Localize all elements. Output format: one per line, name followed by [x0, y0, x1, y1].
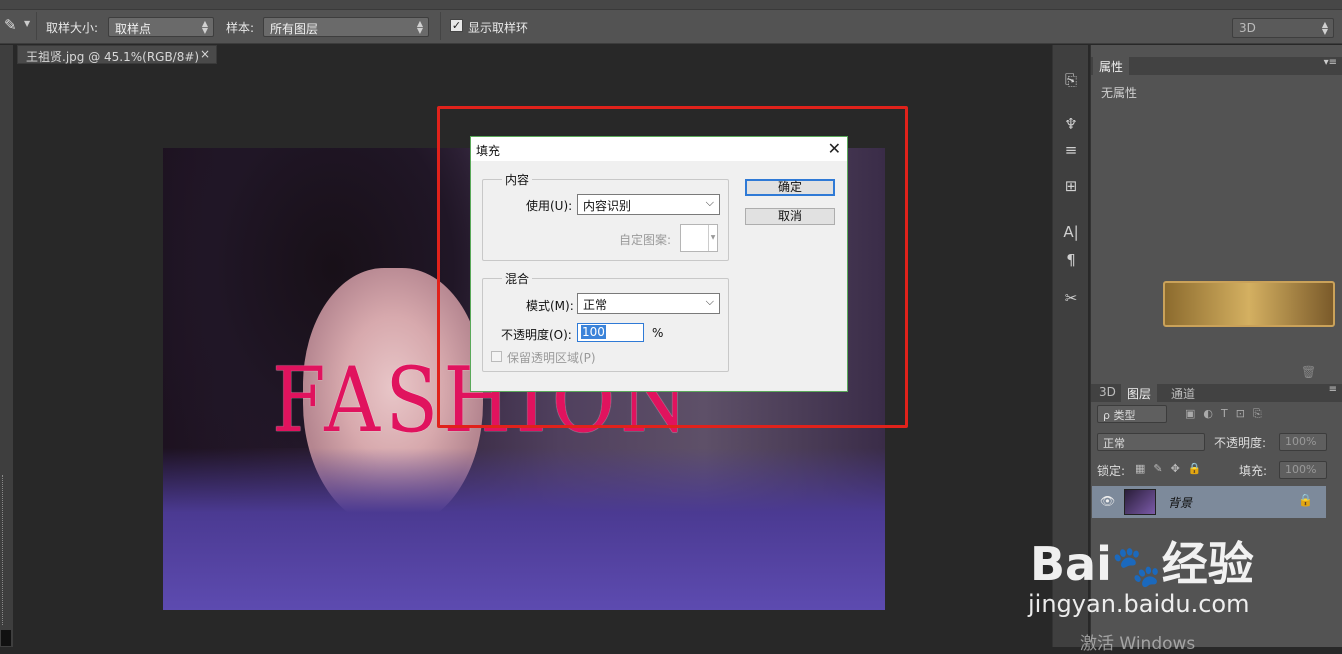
paw-icon: 🐾: [1111, 544, 1162, 590]
layer-thumbnail: [1124, 489, 1156, 515]
layer-filter-icons[interactable]: ▣◐T⊡⎘: [1185, 407, 1270, 421]
content-group-label: 内容: [502, 171, 533, 188]
layer-name: 背景: [1168, 496, 1193, 510]
paragraph-icon[interactable]: ¶: [1053, 251, 1089, 269]
opacity-input[interactable]: 100: [577, 323, 644, 342]
dialog-title: 填充: [476, 144, 501, 158]
tab-layers[interactable]: 图层: [1121, 384, 1158, 403]
preserve-transparency-label: 保留透明区域(P): [507, 351, 596, 365]
layer-opacity-label: 不透明度:: [1214, 436, 1267, 450]
chevron-down-icon: ▼: [708, 225, 717, 251]
opacity-unit: %: [652, 326, 664, 340]
game-banner-image: [1163, 281, 1335, 327]
lock-icon: 🔒: [1298, 493, 1313, 507]
panel-menu-icon[interactable]: ≡: [1329, 384, 1337, 395]
eye-icon[interactable]: 👁: [1100, 494, 1115, 508]
sample-value: 所有图层: [270, 22, 319, 36]
blend-group-label: 混合: [502, 270, 533, 287]
show-ring-checkbox[interactable]: ✓: [450, 19, 463, 32]
use-value: 内容识别: [583, 199, 632, 213]
blend-mode-dropdown[interactable]: 正常: [1097, 433, 1205, 451]
no-properties-text: 无属性: [1101, 86, 1138, 100]
clone-source-icon[interactable]: ⊞: [1053, 177, 1089, 195]
separator: [440, 12, 441, 40]
sample-size-value: 取样点: [115, 22, 152, 36]
brush-icon[interactable]: ♆: [1053, 115, 1089, 133]
close-icon[interactable]: ✕: [828, 139, 841, 158]
blend-mode-value: 正常: [1103, 437, 1125, 450]
custom-pattern-picker: ▼: [680, 224, 718, 252]
opacity-value: 100: [581, 325, 606, 339]
show-ring-label: 显示取样环: [468, 21, 529, 35]
brush-presets-icon[interactable]: ≡: [1053, 141, 1089, 159]
ok-button[interactable]: 确定: [745, 179, 835, 196]
layer-opacity-value: 100%: [1285, 435, 1317, 448]
foreground-color-swatch[interactable]: [1, 630, 11, 646]
workspace-value: 3D: [1239, 21, 1256, 35]
panel-menu-icon[interactable]: ▾≡: [1324, 57, 1337, 68]
mode-select[interactable]: 正常 ⌵: [577, 293, 720, 314]
tools-panel: [0, 45, 13, 647]
tab-channels[interactable]: 通道: [1165, 384, 1201, 403]
history-icon[interactable]: ⎘: [1053, 71, 1089, 89]
cancel-button[interactable]: 取消: [745, 208, 835, 225]
watermark-brand-cn: 经验: [1161, 537, 1254, 591]
sample-size-dropdown[interactable]: 取样点 ▲ ▼: [108, 17, 214, 37]
use-label: 使用(U):: [526, 199, 573, 213]
watermark-brand: Bai: [1030, 537, 1112, 591]
updown-arrows-icon: ▲ ▼: [416, 19, 423, 35]
layer-fill-field[interactable]: 100%: [1279, 461, 1327, 479]
baidu-watermark: Bai🐾经验: [1030, 528, 1254, 594]
updown-arrows-icon: ▲ ▼: [201, 19, 208, 35]
use-select[interactable]: 内容识别 ⌵: [577, 194, 720, 215]
mode-value: 正常: [583, 298, 608, 312]
menu-bar: [0, 0, 1342, 10]
layer-opacity-field[interactable]: 100%: [1279, 433, 1327, 451]
layer-row[interactable]: 👁 背景 🔒: [1092, 486, 1326, 518]
sample-size-label: 取样大小:: [46, 21, 99, 35]
document-tab[interactable]: 王祖贤.jpg @ 45.1%(RGB/8#) * ×: [17, 45, 217, 79]
chevron-down-icon: ⌵: [705, 196, 714, 209]
tools-icon[interactable]: ✂: [1053, 289, 1089, 307]
lock-label: 锁定:: [1097, 464, 1126, 478]
windows-activation-text: 激活 Windows: [1080, 634, 1196, 654]
sample-label: 样本:: [226, 21, 255, 35]
tool-preset-chevron-icon[interactable]: ▼: [24, 19, 30, 28]
layer-fill-value: 100%: [1285, 463, 1317, 476]
robe-shape: [163, 448, 885, 610]
layer-filter-dropdown[interactable]: ρ 类型: [1097, 405, 1167, 423]
character-icon[interactable]: A|: [1053, 223, 1089, 241]
close-tab-icon[interactable]: ×: [200, 47, 210, 61]
tool-icons-strip[interactable]: [2, 475, 11, 625]
separator: [36, 12, 37, 40]
watermark-url: jingyan.baidu.com: [1028, 590, 1250, 618]
chevron-down-icon: ⌵: [705, 295, 714, 308]
eyedropper-icon[interactable]: ✎: [4, 16, 17, 34]
tab-3d[interactable]: 3D: [1093, 384, 1122, 400]
mode-label: 模式(M):: [526, 299, 574, 313]
trash-icon[interactable]: 🗑: [1301, 365, 1316, 379]
lock-icons[interactable]: ▦✎✥🔒: [1135, 462, 1210, 475]
sample-dropdown[interactable]: 所有图层 ▲ ▼: [263, 17, 429, 37]
opacity-label: 不透明度(O):: [501, 328, 572, 342]
custom-pattern-label: 自定图案:: [619, 233, 672, 247]
layers-tab-bar: 3D 图层 通道 ≡: [1091, 384, 1342, 403]
updown-arrows-icon: ▲ ▼: [1321, 20, 1328, 36]
preserve-transparency-checkbox[interactable]: [491, 351, 502, 362]
tab-properties[interactable]: 属性: [1093, 57, 1130, 76]
fill-dialog: 填充 ✕ 内容 使用(U): 内容识别 ⌵ 自定图案: ▼ 混合 模式(M): …: [470, 136, 848, 392]
fill-label: 填充:: [1239, 464, 1268, 478]
properties-tab-bar: 属性 ▾≡: [1091, 57, 1342, 76]
workspace-dropdown[interactable]: 3D ▲ ▼: [1232, 18, 1334, 38]
dialog-title-bar[interactable]: 填充 ✕: [471, 137, 847, 161]
layer-filter-value: ρ 类型: [1103, 409, 1136, 422]
